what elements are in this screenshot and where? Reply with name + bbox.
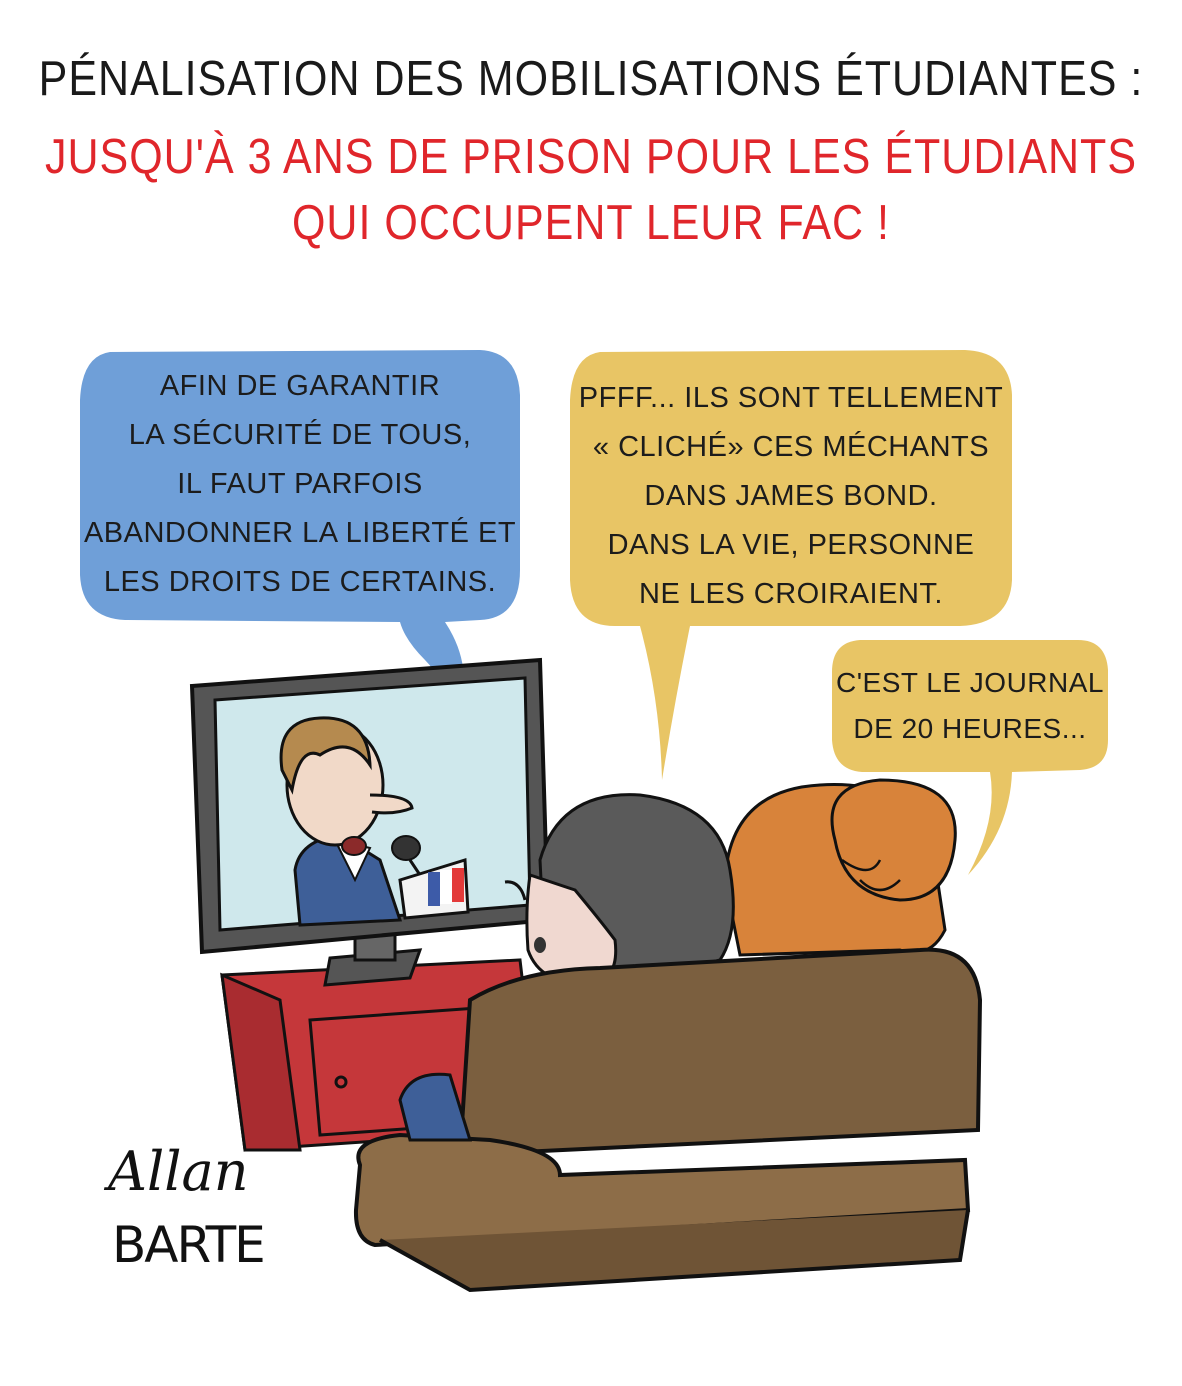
tv-bubble-line: les droits de certains. — [103, 566, 497, 598]
tv-bubble-line: il faut parfois — [177, 468, 423, 500]
man-bubble-line: Pfff... Ils sont tellement — [578, 382, 1004, 414]
man-bubble-line: « cliché» ces méchants — [592, 431, 990, 463]
man-bubble-line: ne les croiraient. — [639, 578, 943, 610]
tv-bubble-line: la sécurité de tous, — [128, 419, 472, 451]
man-bubble-line: dans James Bond. — [644, 480, 938, 512]
woman-bubble-line: C'est le journal — [835, 667, 1104, 698]
tv-bubble-text: Afin de garantir la sécurité de tous, il… — [80, 362, 520, 607]
television — [189, 657, 551, 987]
man-bubble-text: Pfff... Ils sont tellement « cliché» ces… — [570, 374, 1012, 619]
svg-text:Allan: Allan — [103, 1140, 249, 1203]
tv-bubble-line: Afin de garantir — [159, 370, 441, 402]
artist-signature: Allan BARTE — [103, 1140, 266, 1274]
tv-bubble-line: abandonner la liberté et — [83, 517, 517, 549]
woman-viewer — [723, 778, 957, 957]
woman-bubble-line: de 20 heures... — [853, 713, 1087, 744]
svg-text:BARTE: BARTE — [112, 1216, 264, 1274]
woman-bubble-text: C'est le journal de 20 heures... — [832, 660, 1108, 752]
man-bubble-line: Dans la vie, personne — [607, 529, 975, 561]
